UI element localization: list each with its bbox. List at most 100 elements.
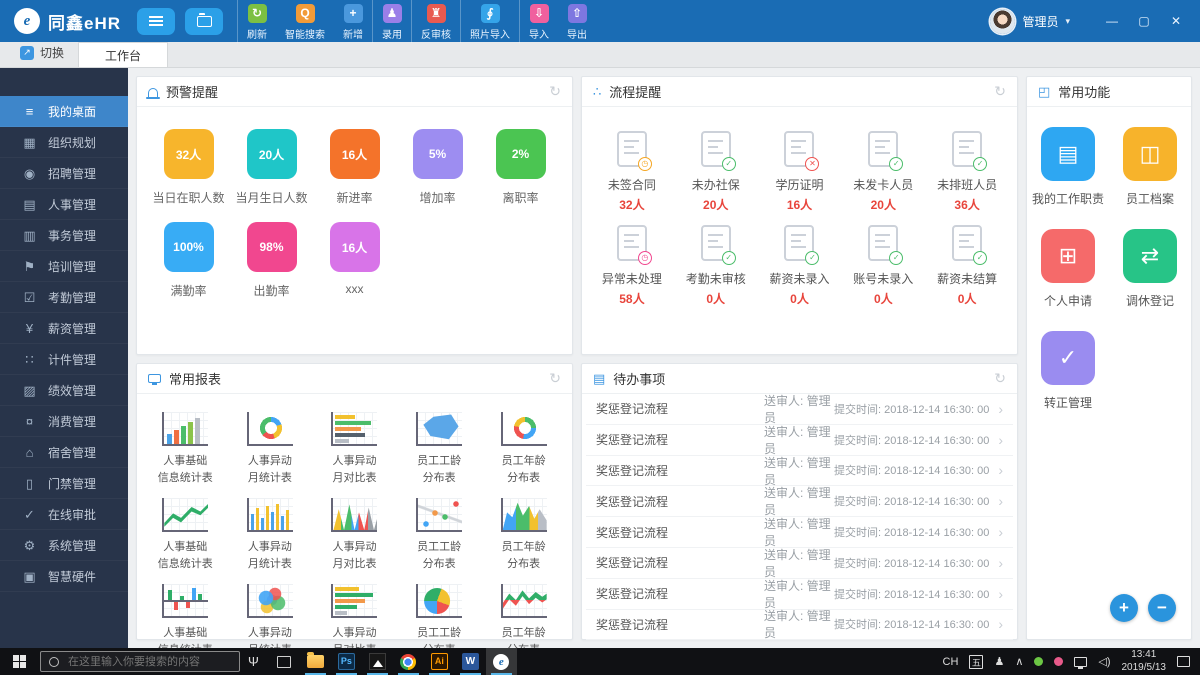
sidebar-item[interactable]: ◉ 招聘管理 (0, 158, 128, 189)
report-item[interactable]: 人事异动 月对比表 (312, 498, 397, 572)
workspace-button[interactable] (185, 8, 223, 35)
quick-function[interactable]: ⊞ 个人申请 (1027, 229, 1109, 309)
alert-tile[interactable]: 100% 满勤率 (147, 222, 230, 299)
process-item[interactable]: ✓ 未办社保 20人 (674, 131, 758, 213)
refresh-icon[interactable]: ↻ (549, 370, 561, 387)
report-item[interactable]: 人事异动 月统计表 (228, 584, 313, 658)
sidebar-item[interactable]: ▣ 智慧硬件 (0, 561, 128, 592)
clock[interactable]: 13:41 2019/5/13 (1122, 649, 1167, 674)
quick-function[interactable]: ⇄ 调休登记 (1109, 229, 1191, 309)
report-item[interactable]: 员工年龄 分布表 (481, 584, 566, 658)
sidebar-item[interactable]: ☑ 考勤管理 (0, 282, 128, 313)
toolbar-button[interactable]: + 新增 (334, 0, 372, 43)
restore-button[interactable]: ▢ (1128, 6, 1160, 36)
ime-language[interactable]: CH (943, 656, 959, 668)
antivirus-tray-icon[interactable] (1034, 657, 1043, 666)
todo-row[interactable]: 奖惩登记流程 送审人: 管理员 提交时间: 2018-12-14 16:30: … (586, 456, 1013, 487)
toolbar-button[interactable]: ♟ 录用 (372, 0, 411, 43)
taskbar-app[interactable]: W (455, 648, 486, 675)
alert-tile[interactable]: 16人 新进率 (313, 129, 396, 206)
process-item[interactable]: ✓ 薪资未结算 0人 (925, 225, 1009, 307)
start-button[interactable] (0, 648, 38, 675)
process-item[interactable]: ✓ 账号未录入 0人 (841, 225, 925, 307)
taskbar-app[interactable] (393, 648, 424, 675)
toolbar-button[interactable]: ♜ 反审核 (411, 0, 460, 43)
report-item[interactable]: 人事异动 月统计表 (228, 412, 313, 486)
process-item[interactable]: ◷ 异常未处理 58人 (590, 225, 674, 307)
tab-workbench[interactable]: 工作台 (78, 42, 168, 67)
refresh-icon[interactable]: ↻ (994, 83, 1006, 100)
todo-row[interactable]: 奖惩登记流程 送审人: 管理员 提交时间: 2018-12-14 16:30: … (586, 610, 1013, 641)
refresh-icon[interactable]: ↻ (994, 370, 1006, 387)
report-item[interactable]: 员工年龄 分布表 (481, 498, 566, 572)
report-item[interactable]: 人事基础 信息统计表 (143, 412, 228, 486)
app-tray-icon[interactable] (1054, 657, 1063, 666)
close-button[interactable]: ✕ (1160, 6, 1192, 36)
taskbar-app[interactable] (269, 648, 300, 675)
report-item[interactable]: 员工工龄 分布表 (397, 584, 482, 658)
todo-row[interactable]: 奖惩登记流程 送审人: 管理员 提交时间: 2018-12-14 16:30: … (586, 517, 1013, 548)
alert-tile[interactable]: 16人 xxx (313, 222, 396, 299)
toolbar-button[interactable]: Q 智能搜索 (276, 0, 334, 43)
user-menu[interactable]: 管理员 ▾ (990, 9, 1070, 34)
taskbar-app[interactable]: e (486, 648, 517, 675)
alert-tile[interactable]: 32人 当日在职人数 (147, 129, 230, 206)
quick-function[interactable]: ✓ 转正管理 (1027, 331, 1109, 411)
sidebar-item[interactable]: ⌂ 宿舍管理 (0, 437, 128, 468)
sidebar-item[interactable]: ▤ 人事管理 (0, 189, 128, 220)
ime-mode-icon[interactable]: 五 (969, 655, 983, 669)
network-icon[interactable] (1074, 657, 1087, 667)
process-item[interactable]: ✕ 学历证明 16人 (758, 131, 842, 213)
report-item[interactable]: 人事基础 信息统计表 (143, 584, 228, 658)
sidebar-item[interactable]: ∷ 计件管理 (0, 344, 128, 375)
todo-row[interactable]: 奖惩登记流程 送审人: 管理员 提交时间: 2018-12-14 16:30: … (586, 548, 1013, 579)
alert-tile[interactable]: 5% 增加率 (396, 129, 479, 206)
taskbar-app[interactable] (362, 648, 393, 675)
report-item[interactable]: 人事异动 月对比表 (312, 412, 397, 486)
zoom-in-button[interactable]: + (1110, 594, 1138, 622)
toolbar-button[interactable]: ↻ 刷新 (237, 0, 276, 43)
sidebar-item[interactable]: ⚙ 系统管理 (0, 530, 128, 561)
todo-row[interactable]: 奖惩登记流程 送审人: 管理员 提交时间: 2018-12-14 16:30: … (586, 425, 1013, 456)
quick-function[interactable]: ▤ 我的工作职责 (1027, 127, 1109, 207)
taskbar-app[interactable]: Ps (331, 648, 362, 675)
report-item[interactable]: 人事基础 信息统计表 (143, 498, 228, 572)
sidebar-item[interactable]: ⚑ 培训管理 (0, 251, 128, 282)
menu-button[interactable] (137, 8, 175, 35)
sidebar-item[interactable]: ✓ 在线审批 (0, 499, 128, 530)
report-item[interactable]: 人事异动 月对比表 (312, 584, 397, 658)
sidebar-item[interactable]: ▥ 事务管理 (0, 220, 128, 251)
toolbar-button[interactable]: ⇩ 导入 (519, 0, 558, 43)
sidebar-item[interactable]: ▨ 绩效管理 (0, 375, 128, 406)
search-input[interactable] (66, 655, 231, 669)
sidebar-item[interactable]: ▦ 组织规划 (0, 127, 128, 158)
process-item[interactable]: ✓ 薪资未录入 0人 (758, 225, 842, 307)
alert-tile[interactable]: 98% 出勤率 (230, 222, 313, 299)
report-item[interactable]: 员工工龄 分布表 (397, 412, 482, 486)
taskbar-search[interactable] (40, 651, 240, 672)
switch-button[interactable]: ↗ 切换 (0, 44, 78, 67)
alert-tile[interactable]: 20人 当月生日人数 (230, 129, 313, 206)
refresh-icon[interactable]: ↻ (549, 83, 561, 100)
people-icon[interactable]: ♟ (994, 655, 1004, 668)
action-center-icon[interactable] (1177, 656, 1190, 667)
quick-function[interactable]: ◫ 员工档案 (1109, 127, 1191, 207)
report-item[interactable]: 员工年龄 分布表 (481, 412, 566, 486)
process-item[interactable]: ✓ 考勤未审核 0人 (674, 225, 758, 307)
toolbar-button[interactable]: ⇧ 导出 (558, 0, 596, 43)
todo-row[interactable]: 奖惩登记流程 送审人: 管理员 提交时间: 2018-12-14 16:30: … (586, 579, 1013, 610)
toolbar-button[interactable]: ∮ 照片导入 (460, 0, 519, 43)
sidebar-item[interactable]: ¥ 薪资管理 (0, 313, 128, 344)
taskbar-app[interactable] (300, 648, 331, 675)
report-item[interactable]: 人事异动 月统计表 (228, 498, 313, 572)
process-item[interactable]: ◷ 未签合同 32人 (590, 131, 674, 213)
process-item[interactable]: ✓ 未排班人员 36人 (925, 131, 1009, 213)
minimize-button[interactable]: — (1096, 6, 1128, 36)
sidebar-item[interactable]: ¤ 消费管理 (0, 406, 128, 437)
zoom-out-button[interactable]: − (1148, 594, 1176, 622)
alert-tile[interactable]: 2% 离职率 (479, 129, 562, 206)
report-item[interactable]: 员工工龄 分布表 (397, 498, 482, 572)
process-item[interactable]: ✓ 未发卡人员 20人 (841, 131, 925, 213)
sidebar-item[interactable]: ≡ 我的桌面 (0, 96, 128, 127)
volume-icon[interactable]: ◁) (1098, 655, 1110, 668)
